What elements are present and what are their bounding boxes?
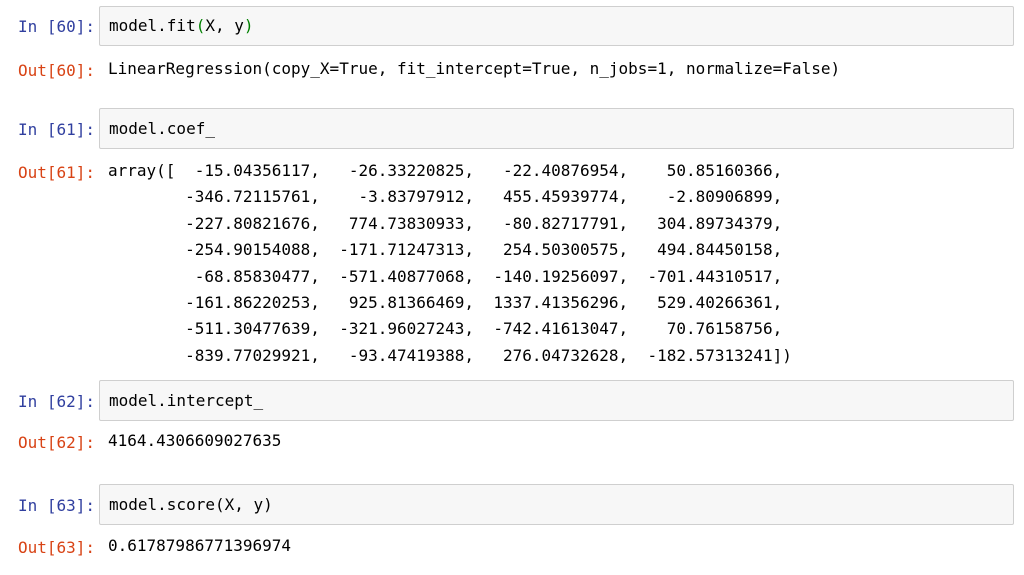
output-prompt: Out[61]: — [17, 163, 95, 182]
matched-bracket: ) — [243, 16, 254, 35]
cell-output: 4164.4306609027635 — [108, 431, 282, 450]
output-prompt: Out[63]: — [17, 538, 95, 557]
code-text: model.intercept_ — [109, 391, 264, 410]
output-prompt: Out[62]: — [17, 433, 95, 452]
code-text: model.score(X, y) — [109, 495, 273, 514]
code-input-cell[interactable]: model.score(X, y) — [99, 484, 1014, 525]
cell-output: array([ -15.04356117, -26.33220825, -22.… — [108, 161, 792, 365]
input-prompt: In [60]: — [17, 17, 95, 36]
output-prompt: Out[60]: — [17, 61, 95, 80]
matched-bracket: ( — [195, 16, 206, 35]
code-input-cell[interactable]: model.intercept_ — [99, 380, 1014, 421]
input-prompt: In [62]: — [17, 392, 95, 411]
input-prompt: In [61]: — [17, 120, 95, 139]
code-input-cell[interactable]: model.coef_ — [99, 108, 1014, 149]
code-text: model.fit(X, y) — [109, 16, 254, 35]
cell-output: LinearRegression(copy_X=True, fit_interc… — [108, 59, 841, 78]
code-input-cell[interactable]: model.fit(X, y) — [99, 6, 1014, 46]
cell-output: 0.61787986771396974 — [108, 536, 292, 555]
input-prompt: In [63]: — [17, 496, 95, 515]
code-text: model.coef_ — [109, 119, 215, 138]
